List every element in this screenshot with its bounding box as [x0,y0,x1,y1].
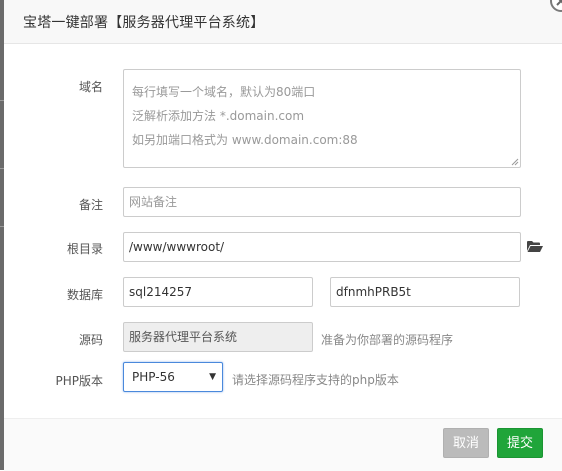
php-version-hint: 请选择源码程序支持的php版本 [232,373,399,387]
caret-down-icon: ▼ [209,372,216,382]
php-version-selected: PHP-56 [132,370,175,384]
dialog-titlebar: 宝塔一键部署【服务器代理平台系统】 [4,0,562,44]
dialog-title: 宝塔一键部署【服务器代理平台系统】 [23,15,265,31]
db-username-input[interactable]: sql214257 [123,277,313,307]
php-version-select[interactable]: PHP-56 ▼ [123,362,223,392]
source-input: 服务器代理平台系统 [123,322,313,352]
folder-open-icon[interactable] [527,240,543,253]
submit-button[interactable]: 提交 [497,428,543,458]
remark-placeholder: 网站备注 [129,195,178,209]
php-version-label: PHP版本 [55,374,104,388]
domain-placeholder-line-3: 如另加端口格式为 www.domain.com:88 [132,133,358,147]
domain-placeholder-line-1: 每行填写一个域名，默认为80端口 [132,85,316,99]
db-username-value: sql214257 [129,285,193,299]
source-hint: 准备为你部署的源码程序 [321,333,454,347]
source-label: 源码 [78,333,103,347]
domain-label: 域名 [78,80,103,94]
db-password-input[interactable]: dfnmhPRB5t [330,277,520,307]
deploy-dialog: 宝塔一键部署【服务器代理平台系统】 域名 每行填写一个域名，默认为80端口 泛解… [4,0,562,471]
domain-placeholder-line-2: 泛解析添加方法 *.domain.com [132,109,305,123]
domain-textarea[interactable]: 每行填写一个域名，默认为80端口 泛解析添加方法 *.domain.com 如另… [123,69,521,168]
root-dir-input[interactable]: /www/wwwroot/ [123,232,521,262]
dialog-footer: 取消 提交 [4,418,562,471]
db-password-value: dfnmhPRB5t [336,285,411,299]
resize-grip-icon[interactable] [511,158,519,166]
root-dir-label: 根目录 [66,242,103,256]
cancel-button[interactable]: 取消 [443,428,489,458]
close-icon [556,0,562,6]
source-value: 服务器代理平台系统 [129,330,238,344]
root-dir-value: /www/wwwroot/ [129,240,225,254]
remark-input[interactable]: 网站备注 [123,187,521,217]
database-label: 数据库 [66,288,103,302]
remark-label: 备注 [78,198,103,212]
